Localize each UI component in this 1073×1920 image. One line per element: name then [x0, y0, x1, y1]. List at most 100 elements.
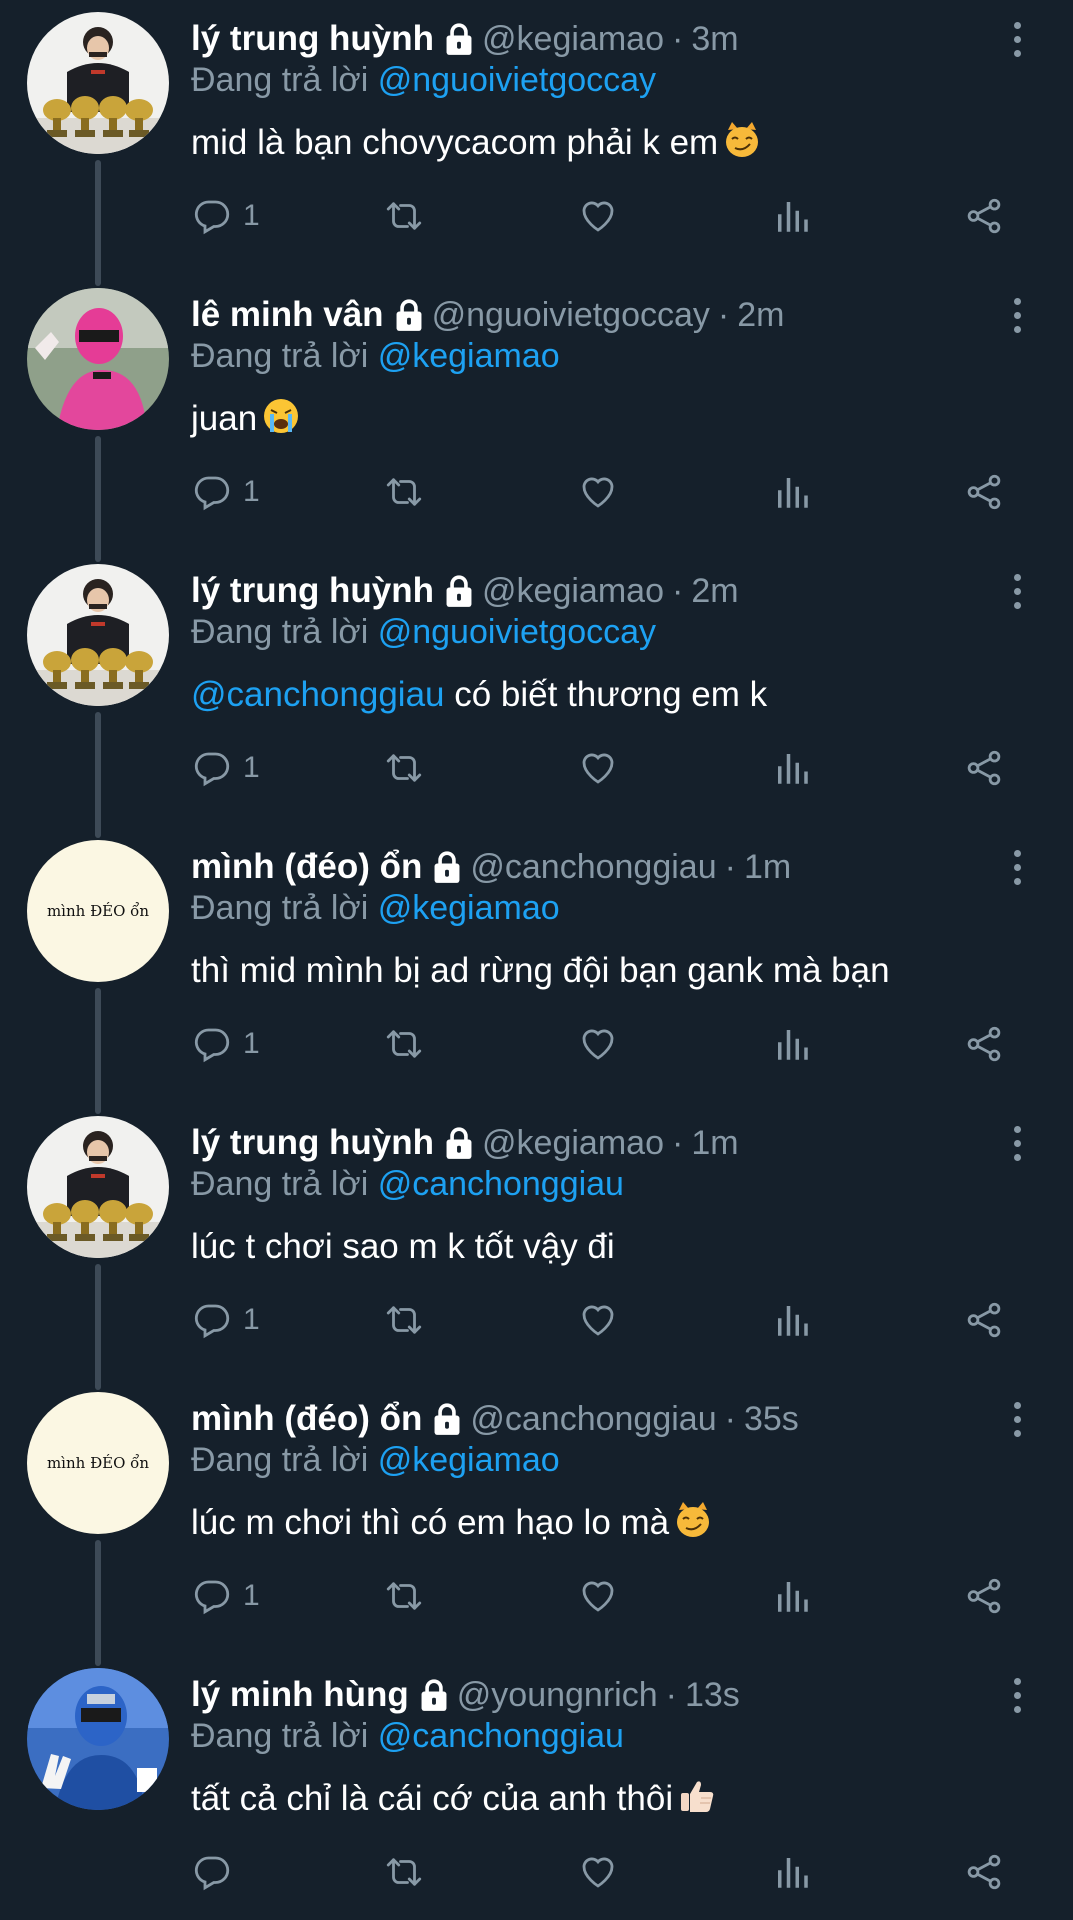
retweet-button[interactable]	[383, 1014, 425, 1074]
vertical-dots-icon[interactable]	[1009, 298, 1025, 334]
heart-icon	[577, 195, 619, 237]
vertical-dots-icon[interactable]	[1009, 22, 1025, 58]
display-name[interactable]: mình (đéo) ổn	[191, 1399, 422, 1439]
share-icon	[963, 1851, 1005, 1893]
replying-to-mention[interactable]: @kegiamao	[378, 889, 560, 927]
user-handle[interactable]: @canchonggiau	[470, 1400, 716, 1439]
display-name[interactable]: lý trung huỳnh	[191, 571, 434, 611]
share-button[interactable]	[963, 1290, 1005, 1350]
like-button[interactable]	[577, 738, 619, 798]
analytics-button[interactable]	[771, 738, 813, 798]
share-button[interactable]	[963, 738, 1005, 798]
user-handle[interactable]: @kegiamao	[482, 1124, 664, 1163]
share-button[interactable]	[963, 1842, 1005, 1902]
display-name[interactable]: lý minh hùng	[191, 1675, 409, 1715]
vertical-dots-icon[interactable]	[1009, 850, 1025, 886]
reply-button[interactable]: 1	[191, 738, 260, 798]
vertical-dots-icon[interactable]	[1009, 1126, 1025, 1162]
retweet-button[interactable]	[383, 186, 425, 246]
vertical-dots-icon[interactable]	[1009, 1402, 1025, 1438]
share-button[interactable]	[963, 1566, 1005, 1626]
like-button[interactable]	[577, 1842, 619, 1902]
avatar[interactable]	[27, 564, 169, 706]
tweet[interactable]: mình ĐÉO ổn mình (đéo) ổn @canchonggiau · 35…	[0, 1380, 1073, 1666]
reply-button[interactable]	[191, 1842, 243, 1902]
reply-count: 1	[243, 1027, 260, 1060]
analytics-button[interactable]	[771, 1842, 813, 1902]
analytics-button[interactable]	[771, 186, 813, 246]
timestamp[interactable]: 35s	[744, 1400, 799, 1439]
timestamp[interactable]: 3m	[691, 20, 738, 59]
user-handle[interactable]: @kegiamao	[482, 572, 664, 611]
vertical-dots-icon[interactable]	[1009, 1678, 1025, 1714]
vertical-dots-icon[interactable]	[1009, 574, 1025, 610]
display-name[interactable]: lê minh vân	[191, 295, 384, 335]
analytics-button[interactable]	[771, 1014, 813, 1074]
share-icon	[963, 471, 1005, 513]
tweet[interactable]: lý trung huỳnh @kegiamao · 3m Đang trả lời @…	[0, 0, 1073, 286]
timestamp[interactable]: 2m	[691, 572, 738, 611]
reply-button[interactable]: 1	[191, 462, 260, 522]
replying-to: Đang trả lời @nguoivietgoccay	[191, 612, 1033, 652]
analytics-icon	[771, 471, 813, 513]
reply-count: 1	[243, 199, 260, 232]
comment-bubble-icon	[191, 747, 233, 789]
reply-button[interactable]: 1	[191, 1290, 260, 1350]
tweet[interactable]: lý trung huỳnh @kegiamao · 1m Đang trả lời @…	[0, 1104, 1073, 1390]
avatar[interactable]	[27, 288, 169, 430]
avatar[interactable]	[27, 1116, 169, 1258]
share-button[interactable]	[963, 462, 1005, 522]
lock-icon	[417, 1677, 451, 1713]
timestamp[interactable]: 1m	[744, 848, 791, 887]
tweet-content: lê minh vân @nguoivietgoccay · 2m Đang trả l…	[191, 290, 1033, 444]
reply-button[interactable]: 1	[191, 1566, 260, 1626]
replying-to-mention[interactable]: @canchonggiau	[378, 1165, 624, 1203]
reply-button[interactable]: 1	[191, 1014, 260, 1074]
like-button[interactable]	[577, 462, 619, 522]
user-handle[interactable]: @youngnrich	[457, 1676, 658, 1715]
replying-to-mention[interactable]: @canchonggiau	[378, 1717, 624, 1755]
replying-to-mention[interactable]: @nguoivietgoccay	[378, 61, 656, 99]
replying-to-mention[interactable]: @kegiamao	[378, 1441, 560, 1479]
share-icon	[963, 747, 1005, 789]
timestamp[interactable]: 2m	[737, 296, 784, 335]
share-button[interactable]	[963, 186, 1005, 246]
replying-to: Đang trả lời @nguoivietgoccay	[191, 60, 1033, 100]
like-button[interactable]	[577, 1566, 619, 1626]
timestamp[interactable]: 13s	[685, 1676, 740, 1715]
analytics-button[interactable]	[771, 462, 813, 522]
tweet[interactable]: lê minh vân @nguoivietgoccay · 2m Đang trả l…	[0, 276, 1073, 562]
retweet-button[interactable]	[383, 1566, 425, 1626]
retweet-button[interactable]	[383, 1290, 425, 1350]
like-button[interactable]	[577, 1290, 619, 1350]
reply-button[interactable]: 1	[191, 186, 260, 246]
retweet-button[interactable]	[383, 462, 425, 522]
avatar[interactable]	[27, 1668, 169, 1810]
retweet-button[interactable]	[383, 1842, 425, 1902]
analytics-button[interactable]	[771, 1290, 813, 1350]
analytics-button[interactable]	[771, 1566, 813, 1626]
replying-to-mention[interactable]: @kegiamao	[378, 337, 560, 375]
share-button[interactable]	[963, 1014, 1005, 1074]
display-name[interactable]: lý trung huỳnh	[191, 19, 434, 59]
tweet[interactable]: mình ĐÉO ổn mình (đéo) ổn @canchonggiau · 1m…	[0, 828, 1073, 1114]
like-button[interactable]	[577, 1014, 619, 1074]
retweet-button[interactable]	[383, 738, 425, 798]
timestamp[interactable]: 1m	[691, 1124, 738, 1163]
avatar[interactable]: mình ĐÉO ổn	[27, 1392, 169, 1534]
lock-icon	[442, 573, 476, 609]
tweet-actions: 1	[191, 738, 1031, 798]
avatar[interactable]	[27, 12, 169, 154]
display-name[interactable]: lý trung huỳnh	[191, 1123, 434, 1163]
tweet[interactable]: lý trung huỳnh @kegiamao · 2m Đang trả lời @…	[0, 552, 1073, 838]
like-button[interactable]	[577, 186, 619, 246]
display-name[interactable]: mình (đéo) ổn	[191, 847, 422, 887]
user-handle[interactable]: @nguoivietgoccay	[432, 296, 710, 335]
replying-to-mention[interactable]: @nguoivietgoccay	[378, 613, 656, 651]
user-handle[interactable]: @canchonggiau	[470, 848, 716, 887]
thread-connector	[95, 436, 101, 562]
user-handle[interactable]: @kegiamao	[482, 20, 664, 59]
text-mention[interactable]: @canchonggiau	[191, 675, 445, 714]
tweet[interactable]: lý minh hùng @youngnrich · 13s Đang trả lời …	[0, 1656, 1073, 1916]
avatar[interactable]: mình ĐÉO ổn	[27, 840, 169, 982]
